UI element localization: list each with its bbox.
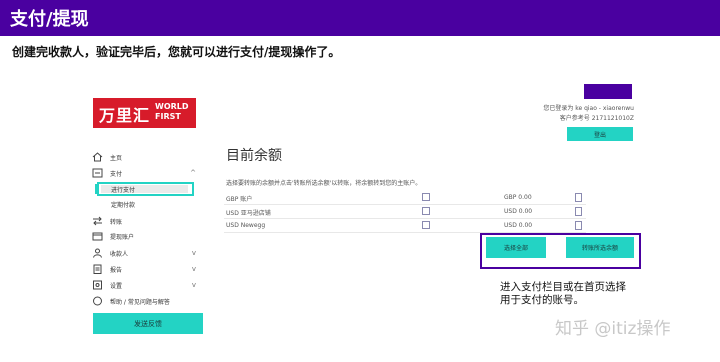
note-line-1: 进入支付栏目或在首页选择 (500, 281, 626, 293)
edit-icon[interactable] (422, 193, 430, 201)
note-line-2: 用于支付的账号。 (500, 294, 584, 306)
worldfirst-logo: 万里汇 WORLD FIRST (93, 98, 196, 128)
account-balance: GBP 0.00 (504, 194, 532, 201)
sidebar-item-reports[interactable]: 报告 v (92, 263, 200, 275)
recipient-icon (92, 248, 104, 258)
transfer-icon (92, 216, 104, 226)
sidebar-item-withdraw-account[interactable]: 提现账户 (92, 230, 200, 242)
logout-button[interactable]: 登出 (567, 127, 633, 141)
sidebar-item-home[interactable]: 主页 (92, 151, 200, 163)
table-row[interactable]: USD Newegg USD 0.00 (224, 220, 586, 233)
sidebar-item-label: 帮助 / 常见问题与解答 (110, 298, 170, 306)
instruction-text: 创建完收款人，验证完毕后，您就可以进行支付/提现操作了。 (12, 45, 341, 59)
document-icon[interactable] (575, 221, 582, 230)
sidebar-item-help[interactable]: 帮助 / 常见问题与解答 (92, 295, 200, 307)
account-balance: USD 0.00 (504, 222, 533, 229)
logo-en-line1: WORLD (155, 102, 189, 111)
account-name: GBP 账户 (226, 196, 253, 203)
logo-en-line2: FIRST (155, 112, 181, 121)
chevron-down-icon[interactable]: v (192, 281, 196, 289)
account-icon (92, 231, 104, 241)
document-icon[interactable] (575, 193, 582, 202)
customer-reference: 客户参考号 2171121010Z (559, 115, 634, 122)
sidebar-subitem-scheduled-payment[interactable]: 定期付款 (111, 200, 135, 209)
sidebar-item-recipients[interactable]: 收款人 v (92, 247, 200, 259)
chevron-down-icon[interactable]: v (192, 265, 196, 273)
page-title: 支付/提现 (10, 9, 89, 30)
table-row[interactable]: GBP 账户 GBP 0.00 (224, 192, 586, 205)
balance-description: 选择要转账的余额并点击'转账所选余额'以转账，将余额转到您的主账户。 (226, 180, 422, 187)
sidebar-item-label: 收款人 (110, 250, 129, 258)
sidebar-item-label: 提现账户 (110, 233, 135, 241)
sidebar-item-transfer[interactable]: 转账 (92, 215, 200, 227)
sidebar-item-payment[interactable]: 支付 ^ (92, 167, 200, 179)
edit-icon[interactable] (422, 221, 430, 229)
sidebar-item-label: 主页 (110, 154, 123, 162)
annotation-note: 进入支付栏目或在首页选择 用于支付的账号。 (500, 281, 626, 307)
help-icon (92, 296, 104, 306)
chevron-up-icon[interactable]: ^ (190, 169, 196, 177)
settings-icon (92, 280, 104, 290)
account-name: USD 亚马逊店铺 (226, 210, 271, 217)
logged-in-as: 您已登录为 ke qiao - xiaorenwu (543, 105, 634, 112)
sidebar-item-label: 转账 (110, 218, 123, 226)
zhihu-watermark: 知乎 @itiz操作 (555, 319, 671, 339)
sidebar-item-label: 设置 (110, 282, 123, 290)
sidebar-item-settings[interactable]: 设置 v (92, 279, 200, 291)
balance-title: 目前余额 (226, 148, 282, 164)
account-balance: USD 0.00 (504, 208, 533, 215)
send-feedback-button[interactable]: 发送反馈 (93, 313, 203, 334)
account-name: USD Newegg (226, 222, 266, 229)
sidebar-item-label: 报告 (110, 266, 123, 274)
home-icon (92, 152, 104, 162)
account-banner (584, 84, 632, 99)
select-all-button[interactable]: 选择全部 (486, 237, 546, 258)
payment-icon (92, 168, 104, 178)
logo-en-text: WORLD FIRST (155, 102, 189, 122)
transfer-selected-button[interactable]: 转账所选余额 (566, 237, 634, 258)
edit-icon[interactable] (422, 207, 430, 215)
sidebar-item-label: 支付 (110, 170, 123, 178)
chevron-down-icon[interactable]: v (192, 249, 196, 257)
top-banner: 支付/提现 (0, 0, 720, 36)
active-indicator (95, 184, 97, 194)
table-row[interactable]: USD 亚马逊店铺 USD 0.00 (224, 206, 586, 219)
logo-cn-text: 万里汇 (99, 106, 151, 125)
document-icon[interactable] (575, 207, 582, 216)
report-icon (92, 264, 104, 274)
sidebar-subitem-make-payment[interactable]: 进行支付 (111, 185, 135, 194)
